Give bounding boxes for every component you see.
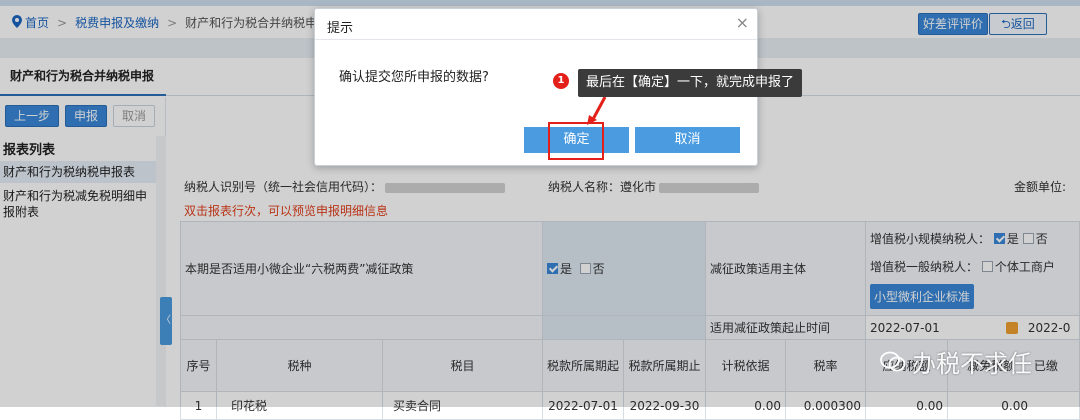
arrow-icon	[587, 96, 607, 125]
annotation-callout: 最后在【确定】一下，就完成申报了	[578, 69, 803, 97]
watermark-text: 办税不求任	[912, 350, 1032, 378]
dialog-divider	[315, 39, 757, 40]
annotation-number-badge: 1	[553, 73, 569, 89]
dialog-message: 确认提交您所申报的数据?	[339, 70, 489, 85]
confirm-cancel-button[interactable]: 取消	[635, 127, 740, 153]
close-icon[interactable]: ×	[736, 13, 749, 32]
chat-bubble-icon	[880, 351, 906, 371]
watermark: 办税不求任	[880, 344, 1032, 379]
dialog-title: 提示	[327, 21, 354, 36]
